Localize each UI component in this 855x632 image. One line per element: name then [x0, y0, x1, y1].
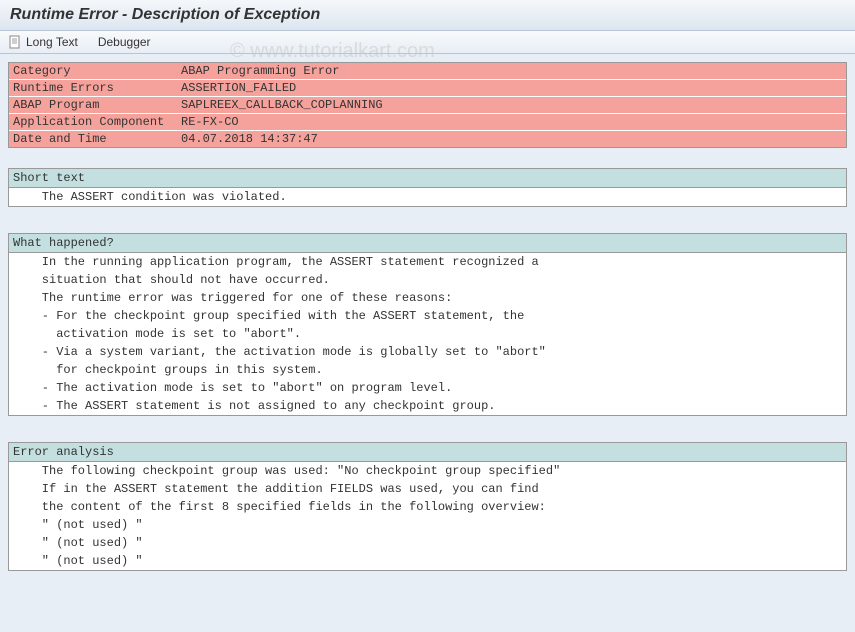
section-line: - For the checkpoint group specified wit… [9, 307, 846, 325]
summary-box: Category ABAP Programming Error Runtime … [8, 62, 847, 148]
debugger-label: Debugger [98, 35, 151, 49]
summary-row-date-time: Date and Time 04.07.2018 14:37:47 [9, 131, 846, 147]
summary-value: 04.07.2018 14:37:47 [181, 132, 842, 146]
summary-value: RE-FX-CO [181, 115, 842, 129]
debugger-button[interactable]: Debugger [98, 35, 151, 49]
section-header: Error analysis [9, 443, 846, 462]
what-happened-section: What happened? In the running applicatio… [8, 233, 847, 416]
content-area: Category ABAP Programming Error Runtime … [0, 54, 855, 579]
summary-label: ABAP Program [13, 98, 181, 112]
section-line: " (not used) " [9, 552, 846, 570]
section-line: for checkpoint groups in this system. [9, 361, 846, 379]
summary-value: SAPLREEX_CALLBACK_COPLANNING [181, 98, 842, 112]
summary-row-app-component: Application Component RE-FX-CO [9, 114, 846, 131]
summary-label: Category [13, 64, 181, 78]
summary-value: ABAP Programming Error [181, 64, 842, 78]
document-icon [8, 35, 22, 49]
error-analysis-section: Error analysis The following checkpoint … [8, 442, 847, 571]
summary-row-category: Category ABAP Programming Error [9, 63, 846, 80]
summary-label: Date and Time [13, 132, 181, 146]
section-line: " (not used) " [9, 534, 846, 552]
summary-label: Application Component [13, 115, 181, 129]
short-text-section: Short text The ASSERT condition was viol… [8, 168, 847, 207]
summary-label: Runtime Errors [13, 81, 181, 95]
section-line: In the running application program, the … [9, 253, 846, 271]
section-line: activation mode is set to "abort". [9, 325, 846, 343]
summary-row-runtime-errors: Runtime Errors ASSERTION_FAILED [9, 80, 846, 97]
summary-value: ASSERTION_FAILED [181, 81, 842, 95]
section-line: - Via a system variant, the activation m… [9, 343, 846, 361]
long-text-label: Long Text [26, 35, 78, 49]
summary-row-abap-program: ABAP Program SAPLREEX_CALLBACK_COPLANNIN… [9, 97, 846, 114]
toolbar: Long Text Debugger [0, 31, 855, 54]
section-header: What happened? [9, 234, 846, 253]
section-line: The ASSERT condition was violated. [9, 188, 846, 206]
section-line: The runtime error was triggered for one … [9, 289, 846, 307]
section-line: " (not used) " [9, 516, 846, 534]
section-line: The following checkpoint group was used:… [9, 462, 846, 480]
long-text-button[interactable]: Long Text [8, 35, 78, 49]
section-line: - The activation mode is set to "abort" … [9, 379, 846, 397]
section-line: situation that should not have occurred. [9, 271, 846, 289]
section-line: - The ASSERT statement is not assigned t… [9, 397, 846, 415]
window-title: Runtime Error - Description of Exception [0, 0, 855, 31]
section-line: If in the ASSERT statement the addition … [9, 480, 846, 498]
section-header: Short text [9, 169, 846, 188]
window-title-text: Runtime Error - Description of Exception [10, 6, 320, 23]
section-line: the content of the first 8 specified fie… [9, 498, 846, 516]
